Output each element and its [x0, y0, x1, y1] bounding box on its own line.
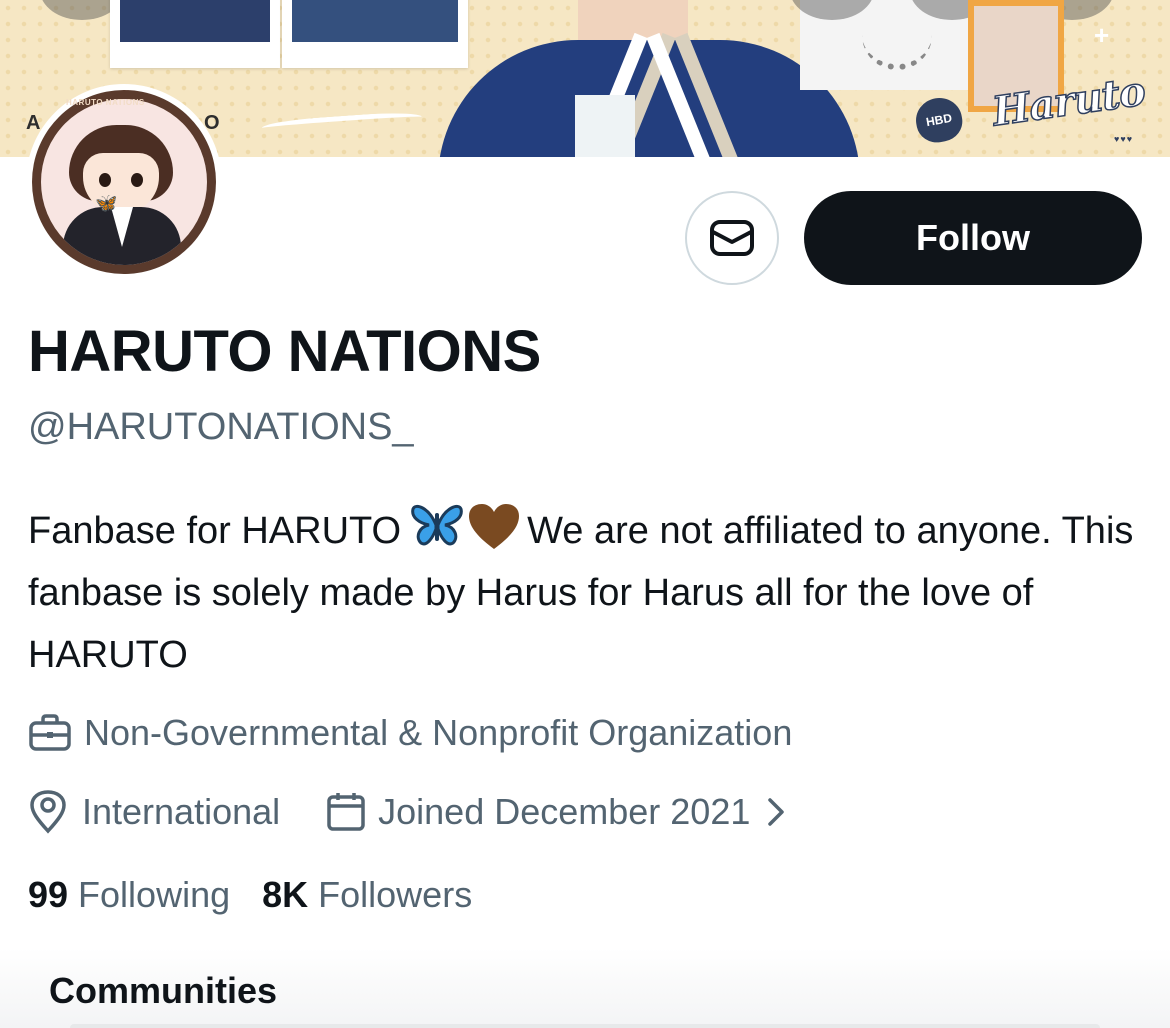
handle: @HARUTONATIONS_: [28, 406, 414, 448]
avatar-ring-text: HARUTO NATIONS: [66, 98, 145, 107]
display-name: HARUTO NATIONS: [28, 319, 541, 384]
bio-text: Fanbase for HARUTO: [28, 510, 402, 552]
location-item: International: [28, 790, 280, 834]
bio: Fanbase for HARUTO We are not affiliated…: [28, 500, 1148, 686]
location-text: International: [82, 791, 281, 832]
avatar[interactable]: 🦋 HARUTO NATIONS: [26, 84, 222, 280]
profile-category: Non-Governmental & Nonprofit Organizatio…: [28, 712, 792, 754]
profile-meta: International Joined December 2021: [28, 790, 788, 834]
category-text: Non-Governmental & Nonprofit Organizatio…: [84, 712, 793, 753]
joined-item[interactable]: Joined December 2021: [326, 791, 788, 833]
hbd-text: HBD: [924, 110, 954, 130]
following-link[interactable]: 99 Following: [28, 874, 230, 916]
followers-label: Followers: [318, 874, 473, 915]
message-button[interactable]: [685, 191, 779, 285]
followers-link[interactable]: 8K Followers: [262, 874, 472, 916]
plus-icon: +: [1094, 20, 1110, 50]
follow-stats: 99 Following 8K Followers: [28, 874, 472, 916]
briefcase-icon: [29, 714, 71, 751]
heart-icon: HBD: [912, 94, 966, 146]
banner-photo: [282, 0, 468, 68]
avatar-image: 🦋: [41, 99, 207, 265]
location-pin-icon: [30, 790, 66, 834]
bio-emojis: [409, 503, 521, 551]
communities-title: Communities: [49, 970, 278, 1011]
following-count: 99: [28, 874, 69, 915]
calendar-icon: [327, 793, 365, 831]
communities-card-edge[interactable]: [70, 1024, 1100, 1028]
butterfly-icon: [411, 504, 463, 546]
brown-heart-icon: [469, 504, 520, 549]
follow-button[interactable]: Follow: [804, 191, 1142, 285]
following-label: Following: [78, 874, 231, 915]
banner-photo: [110, 0, 280, 68]
avatar-ring: 🦋: [32, 90, 216, 274]
hearts-icon: ♥♥♥: [1114, 134, 1134, 144]
banner-text: A: [26, 112, 41, 134]
joined-text: Joined December 2021: [378, 791, 751, 832]
category-item: Non-Governmental & Nonprofit Organizatio…: [28, 712, 792, 754]
banner-decoration: [261, 110, 423, 138]
envelope-icon: [710, 220, 754, 256]
banner-figure: [438, 32, 860, 157]
butterfly-icon: 🦋: [95, 193, 118, 213]
communities-section: Communities: [0, 948, 1170, 1028]
followers-count: 8K: [262, 874, 309, 915]
chevron-right-icon: [768, 798, 785, 826]
banner-figure: [575, 95, 635, 157]
